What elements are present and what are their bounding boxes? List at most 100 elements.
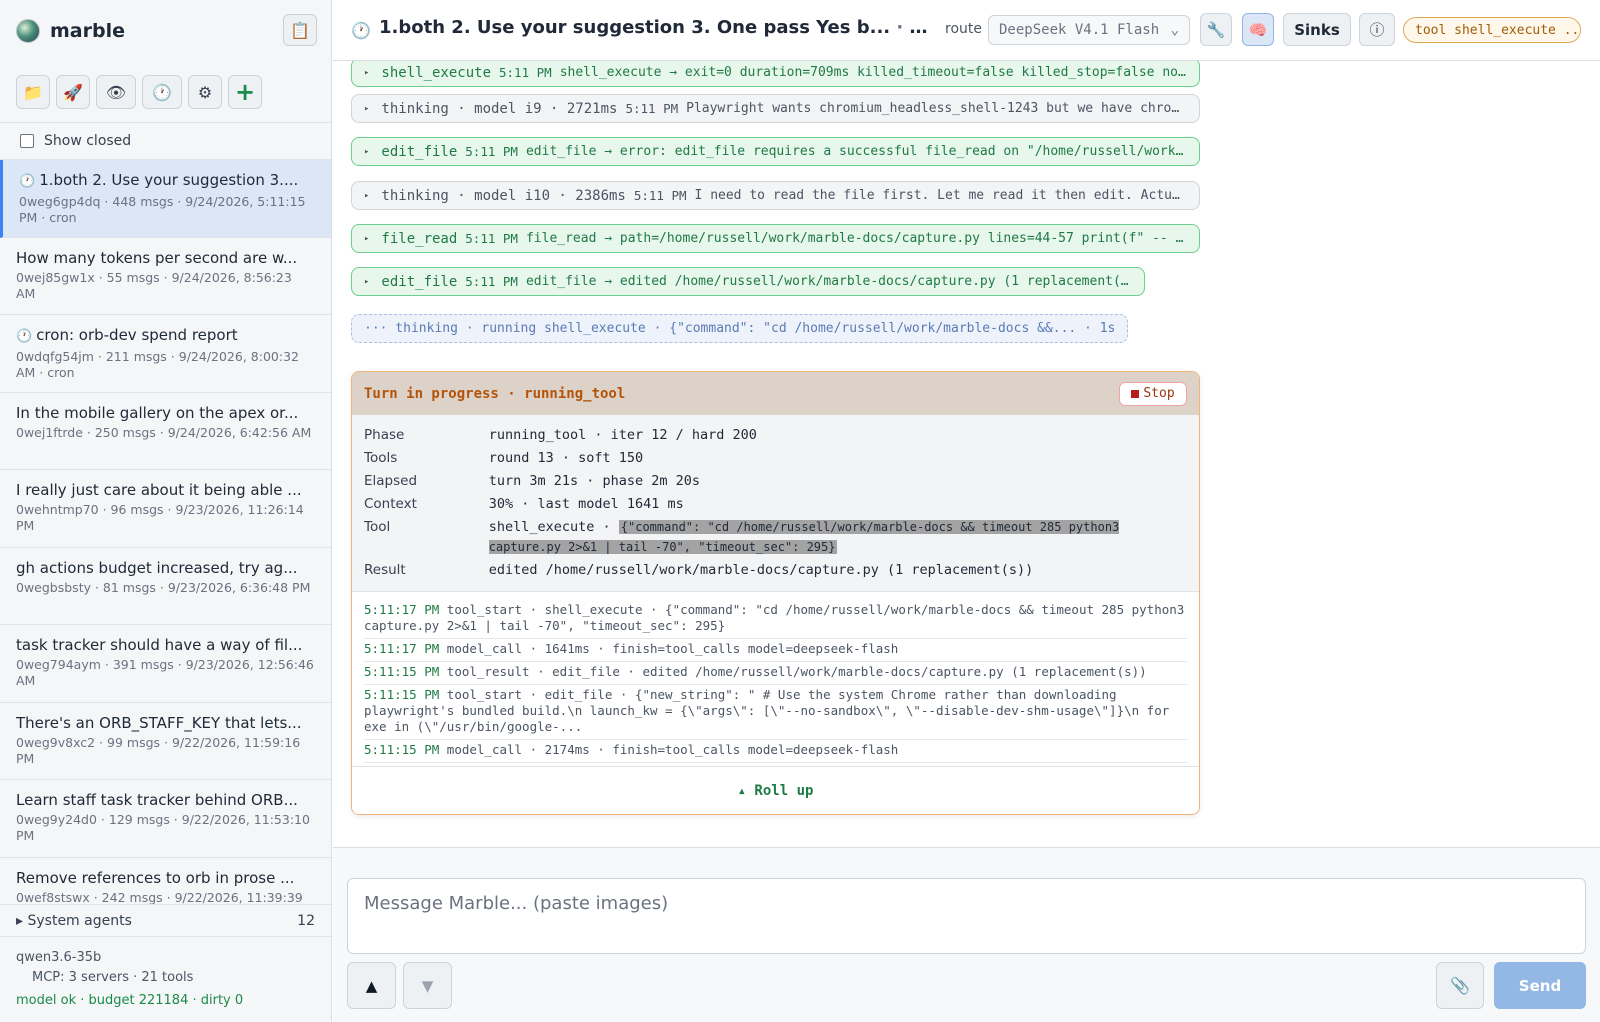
- session-title: How many tokens per second are w...: [16, 248, 315, 268]
- composer: Message Marble... (paste images) ▲ ▼ 📎 S…: [333, 847, 1600, 1022]
- info-button[interactable]: ⓘ: [1359, 13, 1395, 46]
- info-icon: ⓘ: [1369, 21, 1385, 39]
- detail-row: Elapsed turn 3m 21s · phase 2m 20s: [364, 471, 1187, 491]
- active-tool-badge: tool shell_execute ...: [1403, 17, 1581, 43]
- session-list: 🕐 1.both 2. Use your suggestion 3.... 0weg…: [0, 160, 331, 904]
- footer-model: qwen3.6-35b: [16, 950, 102, 965]
- pill-text: shell_execute → exit=0 duration=709ms ki…: [559, 65, 1187, 80]
- stop-label: Stop: [1143, 386, 1175, 401]
- thinking-toggle-button[interactable]: 🧠: [1242, 13, 1274, 46]
- session-item[interactable]: task tracker should have a way of fil...…: [0, 625, 331, 703]
- show-closed-checkbox[interactable]: [20, 134, 34, 148]
- session-title: gh actions budget increased, try ag...: [16, 558, 315, 578]
- pill-name: thinking · model i10 · 2386ms: [381, 187, 626, 204]
- tool-call-pill[interactable]: ▸ shell_execute 5:11 PM shell_execute → exi…: [351, 61, 1200, 87]
- folder-icon: 📁: [23, 82, 43, 102]
- stop-button[interactable]: Stop: [1119, 381, 1187, 406]
- session-meta: 0weg9y24d0 · 129 msgs · 9/22/2026, 11:53…: [16, 812, 310, 843]
- folder-button[interactable]: 📁: [16, 75, 50, 109]
- log-time: 5:11:15 PM: [364, 664, 440, 679]
- caret-right-icon: ▸: [364, 146, 370, 157]
- system-agents-toggle[interactable]: ▸ System agents 12: [0, 904, 331, 937]
- detail-value: running_tool · iter 12 / hard 200: [488, 427, 757, 443]
- route-select[interactable]: DeepSeek V4.1 Flash ⌄: [988, 15, 1190, 45]
- attach-button[interactable]: 📎: [1436, 962, 1484, 1009]
- session-meta: 0wej85gw1x · 55 msgs · 9/24/2026, 8:56:2…: [16, 269, 292, 301]
- tool-call-pill[interactable]: ▸ file_read 5:11 PM file_read → path=/home/…: [351, 224, 1200, 253]
- pill-time: 5:11 PM: [499, 65, 552, 80]
- turn-header: Turn in progress · running_tool Stop: [352, 372, 1199, 415]
- history-up-button[interactable]: ▲: [347, 962, 396, 1009]
- pill-text: file_read → path=/home/russell/work/marb…: [525, 231, 1187, 246]
- cron-clock-icon: 🕐: [351, 21, 371, 40]
- session-title: 1.both 2. Use your suggestion 3. One pas…: [379, 17, 939, 38]
- detail-row: Phase running_tool · iter 12 / hard 200: [364, 425, 1187, 445]
- clipboard-icon: 📋: [290, 20, 310, 40]
- tool-call-pill[interactable]: ▸ edit_file 5:11 PM edit_file → error: edit…: [351, 137, 1200, 166]
- message-input[interactable]: Message Marble... (paste images): [347, 878, 1586, 954]
- detail-value: round 13 · soft 150: [488, 450, 644, 466]
- session-item[interactable]: I really just care about it being able .…: [0, 470, 331, 548]
- clipboard-button[interactable]: 📋: [283, 14, 317, 46]
- new-session-button[interactable]: +: [228, 75, 262, 109]
- session-item[interactable]: 🕐 cron: orb-dev spend report 0wdqfg54jm · …: [0, 315, 331, 393]
- sidebar: marble 📋 📁 🚀 👁 🕐 ⚙ + Show closed 🕐 1.both…: [0, 0, 332, 1022]
- session-title-text: gh actions budget increased, try ag...: [16, 558, 298, 577]
- detail-row: Tools round 13 · soft 150: [364, 448, 1187, 468]
- sinks-button[interactable]: Sinks: [1283, 13, 1351, 46]
- session-meta: 0weg9v8xc2 · 99 msgs · 9/22/2026, 11:59:…: [16, 734, 301, 766]
- session-item[interactable]: 🕐 1.both 2. Use your suggestion 3.... 0weg…: [0, 160, 331, 238]
- running-text: ··· thinking · running shell_execute · {…: [364, 321, 1116, 336]
- log-time: 5:11:17 PM: [364, 602, 440, 617]
- tool-name: shell_execute ·: [488, 519, 611, 535]
- session-item[interactable]: gh actions budget increased, try ag... 0w…: [0, 548, 331, 625]
- session-title: 🕐 1.both 2. Use your suggestion 3....: [19, 170, 315, 192]
- log-text: tool_result · edit_file · edited /home/r…: [446, 664, 1147, 679]
- session-item[interactable]: In the mobile gallery on the apex or... 0…: [0, 393, 331, 470]
- triangle-down-icon: ▼: [421, 976, 434, 995]
- route-value: DeepSeek V4.1 Flash: [999, 22, 1160, 38]
- tool-call-pill[interactable]: ▸ edit_file 5:11 PM edit_file → edited /hom…: [351, 267, 1145, 296]
- session-item[interactable]: Learn staff task tracker behind ORB... 0w…: [0, 780, 331, 858]
- turn-event-log[interactable]: 5:11:17 PM tool_start · shell_execute · …: [352, 592, 1199, 770]
- log-text: tool_start · shell_execute · {"command":…: [364, 602, 1185, 633]
- session-title-text: Learn staff task tracker behind ORB...: [16, 791, 298, 809]
- log-line: 5:11:17 PM model_call · 1641ms · finish=…: [364, 639, 1187, 662]
- caret-right-icon: ▸: [364, 103, 370, 114]
- detail-key: Tools: [364, 450, 398, 466]
- session-meta: 0weg6gp4dq · 448 msgs · 9/24/2026, 5:11:…: [19, 194, 306, 225]
- session-title-text: cron: orb-dev spend report: [36, 326, 238, 344]
- session-item[interactable]: How many tokens per second are w... 0wej8…: [0, 238, 331, 315]
- cron-clock-icon: 🕐: [16, 329, 33, 344]
- pill-time: 5:11 PM: [633, 188, 687, 203]
- pill-text: I need to read the file first. Let me re…: [694, 188, 1187, 203]
- detail-key: Context: [364, 496, 417, 512]
- show-closed-toggle[interactable]: Show closed: [0, 122, 331, 160]
- session-title-text: task tracker should have a way of fil...: [16, 636, 303, 654]
- caret-right-icon: ▸: [16, 912, 24, 929]
- settings-button[interactable]: ⚙: [188, 75, 222, 109]
- session-item[interactable]: There's an ORB_STAFF_KEY that lets... 0we…: [0, 703, 331, 780]
- send-button[interactable]: Send: [1494, 962, 1586, 1009]
- clock-button[interactable]: 🕐: [142, 75, 182, 109]
- detail-key: Result: [364, 562, 406, 578]
- caret-right-icon: ▸: [364, 233, 370, 244]
- log-line: 5:11:15 PM model_call · 2174ms · finish=…: [364, 740, 1187, 763]
- session-title-text: I really just care about it being able .…: [16, 481, 302, 499]
- eye-icon: 👁: [105, 82, 127, 102]
- pill-time: 5:11 PM: [465, 231, 518, 246]
- roll-up-button[interactable]: ▴ Roll up: [352, 766, 1199, 814]
- session-title: I really just care about it being able .…: [16, 480, 315, 500]
- stop-icon: [1131, 389, 1140, 398]
- turn-details: Phase running_tool · iter 12 / hard 200 To…: [352, 415, 1199, 592]
- session-item[interactable]: Remove references to orb in prose ... 0we…: [0, 858, 331, 905]
- footer-mcp: MCP: 3 servers · 21 tools: [32, 970, 194, 985]
- tools-button[interactable]: 🔧: [1200, 13, 1232, 46]
- rocket-button[interactable]: 🚀: [56, 75, 90, 109]
- route-label: route: [945, 21, 982, 37]
- thinking-pill[interactable]: ▸ thinking · model i10 · 2386ms 5:11 PM I n…: [351, 181, 1200, 210]
- history-down-button[interactable]: ▼: [403, 962, 452, 1009]
- detail-row: Result edited /home/russell/work/marble-d…: [364, 560, 1187, 580]
- eye-button[interactable]: 👁: [96, 75, 136, 109]
- thinking-pill[interactable]: ▸ thinking · model i9 · 2721ms 5:11 PM Play…: [351, 94, 1200, 123]
